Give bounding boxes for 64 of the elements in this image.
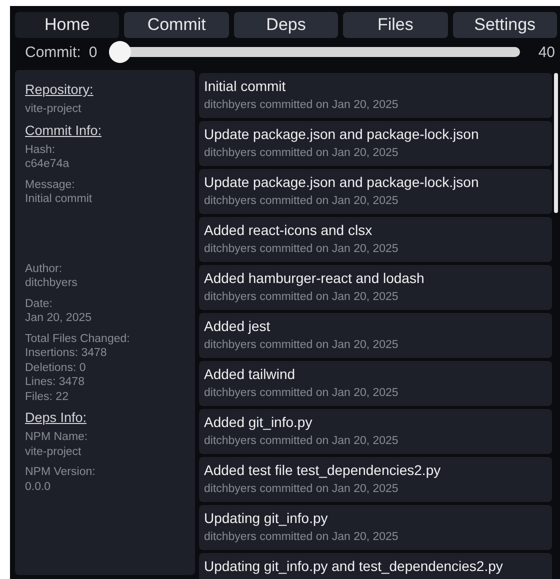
commit-message: Added tailwind [204, 365, 296, 384]
nav-tab[interactable]: Files [343, 12, 448, 38]
field-label: Author: [25, 262, 64, 276]
nav-tab[interactable]: Settings [452, 12, 558, 38]
commit-meta: ditchbyers committed on Jan 20, 2025 [204, 98, 400, 113]
field-label: Hash: [25, 142, 56, 157]
commit-card[interactable]: Update package.json and package-lock.json ditchbyers committed on Jan 20, 2025 [199, 121, 552, 166]
commit-meta: ditchbyers committed on Jan 20, 2025 [204, 338, 400, 353]
commit-message: Added hamburger-react and lodash [204, 269, 426, 288]
field-label: NPM Version: [25, 465, 96, 480]
commit-message: Initial commit [204, 77, 287, 96]
field-label: Message: [25, 178, 76, 192]
commit-message: Added test file test_dependencies2.py [204, 461, 442, 480]
commit-message: Added git_info.py [204, 413, 314, 432]
commit-message: Added jest [204, 317, 272, 336]
field-label: Total Files Changed: [25, 332, 131, 346]
commit-message: Updating git_info.py [204, 509, 329, 528]
commit-slider[interactable] [109, 41, 520, 63]
commit-card[interactable]: Added react-icons and clsx ditchbyers committed on Jan 20, 2025 [199, 217, 552, 262]
section-heading: Repository: [25, 82, 94, 97]
commit-card[interactable]: Added tailwind ditchbyers committed on Jan 20, 2025 [199, 361, 552, 406]
slider-label: Commit: [25, 44, 81, 60]
commit-card[interactable]: Added hamburger-react and lodash ditchbyers committed on Jan 20, 2025 [199, 265, 552, 310]
field-value: ditchbyers [25, 276, 78, 290]
commit-message: Added react-icons and clsx [204, 221, 374, 240]
commit-card[interactable]: Added git_info.py ditchbyers committed on Jan 20, 2025 [199, 409, 552, 454]
field-value: Insertions: 3478 [25, 346, 108, 360]
field-value: Files: 22 [25, 390, 70, 404]
commit-card[interactable]: Added jest ditchbyers committed on Jan 20, 2025 [199, 313, 552, 358]
commit-meta: ditchbyers committed on Jan 20, 2025 [204, 530, 400, 545]
commit-meta: ditchbyers committed on Jan 20, 2025 [204, 242, 400, 257]
nav-tab[interactable]: Commit [124, 12, 229, 38]
field-value: Jan 20, 2025 [25, 311, 93, 326]
commit-card[interactable]: Added test file test_dependencies2.py ditchbyers committed on Jan 20, 2025 [199, 457, 552, 502]
section-heading: Deps Info: [25, 410, 88, 425]
commit-meta: ditchbyers committed on Jan 20, 2025 [204, 482, 400, 497]
commit-meta: ditchbyers committed on Jan 20, 2025 [204, 290, 400, 305]
commit-meta: ditchbyers committed on Jan 20, 2025 [204, 194, 400, 209]
commit-message: Update package.json and package-lock.json [204, 173, 480, 192]
nav-tab[interactable]: Deps [234, 12, 338, 38]
field-value: Lines: 3478 [25, 375, 86, 390]
commit-meta: ditchbyers committed on Jan 20, 2025 [204, 386, 400, 401]
field-value: vite-project [25, 444, 82, 459]
field-label: NPM Name: [25, 430, 89, 444]
field-value: 0.0.0 [25, 480, 52, 494]
commit-message: Updating git_info.py and test_dependencies2.py [204, 557, 504, 576]
field-value: c64e74a [25, 157, 70, 172]
commit-card[interactable]: Updating git_info.py ditchbyers committed on Jan 20, 2025 [199, 505, 552, 550]
commit-meta: ditchbyers committed on Jan 20, 2025 [204, 434, 400, 449]
scrollbar[interactable] [554, 73, 558, 213]
field-value: Deletions: 0 [25, 360, 87, 375]
section-heading: Commit Info: [25, 122, 103, 138]
slider-thumb[interactable] [109, 41, 132, 63]
commit-card[interactable]: Initial commit ditchbyers committed on Jan 20, 2025 [199, 73, 552, 118]
commit-card[interactable]: Updating git_info.py and test_dependencies2.py [199, 553, 552, 579]
commit-meta: ditchbyers committed on Jan 20, 2025 [204, 146, 400, 161]
slider-min-value: 0 [88, 44, 98, 60]
nav-tab[interactable]: Home [15, 12, 120, 38]
field-value: vite-project [25, 102, 82, 116]
slider-max-value: 40 [538, 44, 555, 60]
field-value: Initial commit [25, 192, 94, 206]
field-label: Date: [25, 296, 54, 311]
commit-message: Update package.json and package-lock.json [204, 125, 480, 144]
commit-card[interactable]: Update package.json and package-lock.json ditchbyers committed on Jan 20, 2025 [199, 169, 552, 214]
